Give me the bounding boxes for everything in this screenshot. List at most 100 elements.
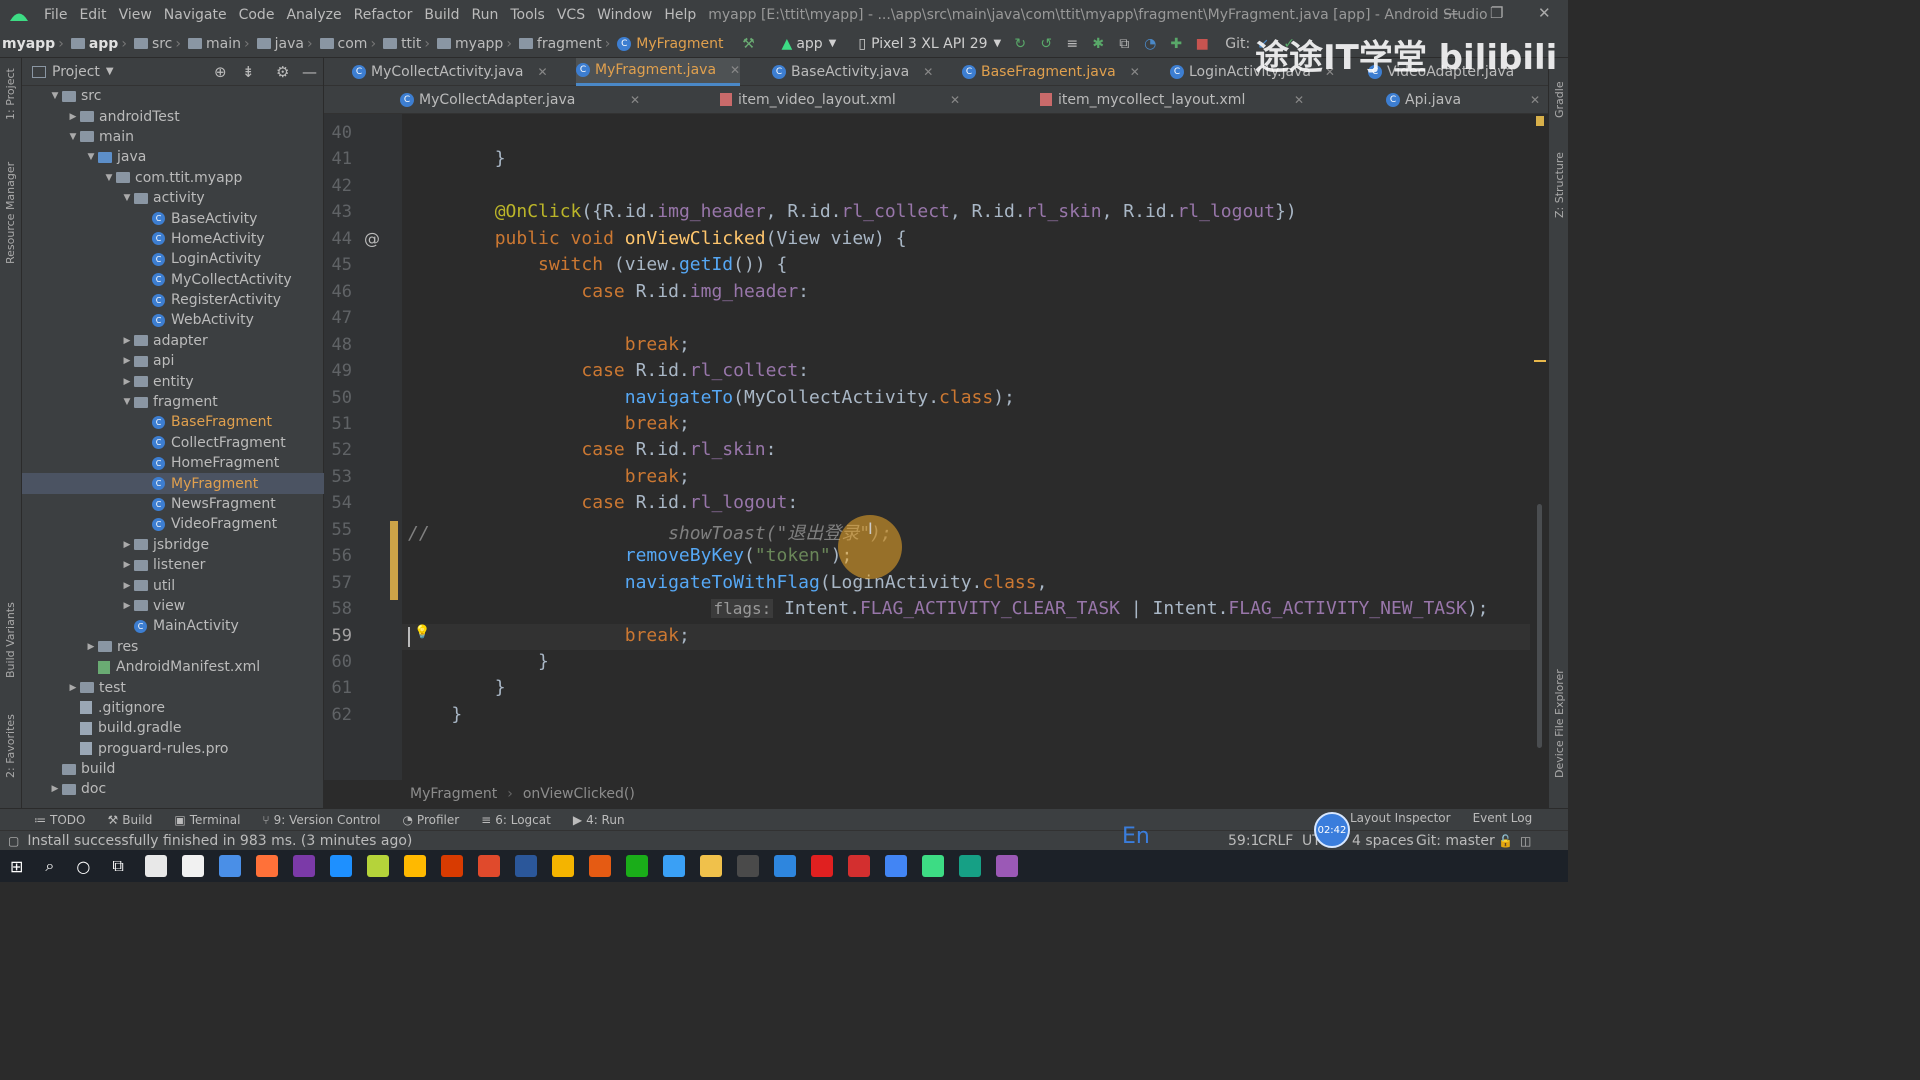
tree-item[interactable]: ▶ entity [22, 371, 324, 391]
close-window-button[interactable]: ✕ [1538, 4, 1551, 22]
close-tab-icon[interactable]: ✕ [537, 65, 547, 79]
expand-arrow-icon[interactable]: ▼ [66, 132, 80, 142]
code-line[interactable]: break; [408, 625, 690, 646]
tree-item[interactable]: C MyFragment [22, 473, 324, 494]
tree-item[interactable]: ▶ listener [22, 555, 324, 575]
bottom-tool-button[interactable]: ≔ TODO [34, 813, 85, 827]
code-line[interactable]: // showToast("退出登录"); [408, 519, 892, 545]
tree-item[interactable]: ▶ jsbridge [22, 535, 324, 555]
change-marker[interactable] [1534, 360, 1546, 362]
code-line[interactable]: case R.id.rl_skin: [408, 439, 776, 460]
taskbar-app-icon[interactable] [293, 855, 316, 877]
taskbar-app-icon[interactable] [663, 855, 686, 877]
breadcrumb-item[interactable]: src › [132, 36, 186, 52]
windows-start-icon[interactable]: ⊞ [10, 857, 23, 876]
collapse-arrow-icon[interactable]: ▶ [120, 356, 134, 366]
tree-item[interactable]: ▶ androidTest [22, 106, 324, 126]
tree-item[interactable]: ▶ view [22, 596, 324, 616]
tree-item[interactable]: ▶ api [22, 351, 324, 371]
device-select[interactable]: ▯ Pixel 3 XL API 29 ▼ [852, 36, 1007, 52]
taskbar-app-icon[interactable] [885, 855, 908, 877]
code-line[interactable]: removeByKey("token"); [408, 545, 853, 566]
code-line[interactable]: break; [408, 413, 690, 434]
tree-item[interactable]: ▼ fragment [22, 392, 324, 412]
bottom-tool-button[interactable]: ▣ Terminal [174, 813, 240, 827]
tree-item[interactable]: C WebActivity [22, 310, 324, 330]
layout-inspector-button[interactable]: Layout Inspector [1350, 811, 1451, 825]
code-editor[interactable]: 40 41 42 43 44 45 46 47 48 49 50 51 52 53 54 55 56 57 58 59… [324, 114, 1530, 780]
menu-edit[interactable]: Edit [73, 7, 112, 23]
editor-tab[interactable]: C MyCollectAdapter.java [400, 86, 575, 114]
tree-item[interactable]: C VideoFragment [22, 514, 324, 534]
breadcrumb-item[interactable]: C MyFragment [615, 36, 725, 52]
caret-position[interactable]: 59:1 [1228, 833, 1259, 849]
gradle-tool-button[interactable]: Gradle [1553, 81, 1566, 118]
tree-item[interactable]: C MyCollectActivity [22, 270, 324, 290]
close-tab-icon[interactable]: ✕ [730, 63, 740, 77]
menu-run[interactable]: Run [466, 7, 505, 23]
hammer-icon[interactable]: ⚒ [740, 35, 758, 53]
device-file-explorer-tool-button[interactable]: Device File Explorer [1553, 669, 1566, 778]
event-log-button[interactable]: Event Log [1473, 811, 1533, 825]
profile-icon[interactable]: ◔ [1141, 35, 1159, 53]
tree-item[interactable]: C BaseActivity [22, 208, 324, 228]
taskbar-app-icon[interactable] [219, 855, 242, 877]
tree-item[interactable]: ▼ com.ttit.myapp [22, 168, 324, 188]
tree-item[interactable]: ▶ test [22, 677, 324, 697]
lightbulb-icon[interactable]: 💡 [414, 625, 430, 640]
code-line[interactable]: } [408, 148, 506, 169]
vcs-change-marker[interactable] [390, 520, 398, 601]
tree-item[interactable]: ▼ main [22, 127, 324, 147]
editor-scrollbar[interactable] [1530, 114, 1548, 780]
editor-tab[interactable]: C BaseFragment.java ✕ [962, 58, 1140, 86]
apply-changes-icon[interactable]: ↻ [1011, 35, 1029, 53]
tree-item[interactable]: ▶ res [22, 637, 324, 657]
tree-item[interactable]: ▶ adapter [22, 331, 324, 351]
tree-item[interactable]: ▶ util [22, 575, 324, 595]
editor-tab[interactable]: item_mycollect_layout.xml [1040, 86, 1245, 114]
tree-item[interactable]: C NewsFragment [22, 494, 324, 514]
favorites-tool-button[interactable]: 2: Favorites [4, 714, 17, 778]
collapse-arrow-icon[interactable]: ▶ [120, 581, 134, 591]
editor-tab[interactable]: C Api.java [1386, 86, 1461, 114]
breadcrumb-item[interactable]: myapp › [0, 36, 69, 52]
menu-refactor[interactable]: Refactor [348, 7, 419, 23]
search-icon[interactable]: ⌕ [45, 856, 54, 876]
annotation-gutter-icon[interactable]: @ [364, 229, 380, 248]
tree-item[interactable]: proguard-rules.pro [22, 739, 324, 759]
structure-tool-button[interactable]: Z: Structure [1553, 152, 1566, 218]
code-line[interactable]: } [408, 651, 549, 672]
menu-help[interactable]: Help [658, 7, 702, 23]
coverage-icon[interactable]: ≡ [1063, 35, 1081, 53]
hide-panel-icon[interactable]: — [302, 63, 317, 81]
cortana-icon[interactable]: ○ [76, 857, 90, 876]
code-line[interactable]: flags: Intent.FLAG_ACTIVITY_CLEAR_TASK |… [408, 598, 1489, 619]
tree-item[interactable]: ▼ activity [22, 188, 324, 208]
code-line[interactable]: navigateTo(MyCollectActivity.class); [408, 387, 1015, 408]
tree-item[interactable]: AndroidManifest.xml [22, 657, 324, 677]
taskbar-app-icon[interactable] [145, 855, 168, 877]
scroll-thumb[interactable] [1537, 504, 1542, 748]
code-line[interactable]: case R.id.rl_collect: [408, 360, 809, 381]
git-branch[interactable]: Git: master [1416, 833, 1495, 849]
expand-arrow-icon[interactable]: ▼ [120, 193, 134, 203]
task-view-icon[interactable]: ⧉ [112, 856, 123, 876]
attach-debugger-icon[interactable]: ⧉ [1115, 35, 1133, 53]
warning-marker[interactable] [1536, 116, 1544, 126]
close-tab-icon[interactable]: ✕ [630, 86, 640, 114]
menu-file[interactable]: File [38, 7, 73, 23]
breadcrumb-item[interactable]: myapp › [435, 36, 517, 52]
taskbar-app-icon[interactable] [330, 855, 353, 877]
editor-tab[interactable]: item_video_layout.xml [720, 86, 896, 114]
editor-tab[interactable]: C BaseActivity.java ✕ [772, 58, 933, 86]
locate-icon[interactable]: ⊕ [214, 63, 227, 81]
collapse-arrow-icon[interactable]: ▶ [120, 540, 134, 550]
collapse-arrow-icon[interactable]: ▶ [120, 336, 134, 346]
status-message[interactable]: Install successfully finished in 983 ms.… [27, 833, 412, 849]
gear-icon[interactable]: ⚙ [276, 63, 289, 81]
bottom-tool-button[interactable]: ◔ Profiler [402, 813, 459, 827]
bottom-tool-button[interactable]: ⚒ Build [107, 813, 152, 827]
taskbar-app-icon[interactable] [737, 855, 760, 877]
attach-icon[interactable]: ✚ [1167, 35, 1185, 53]
taskbar-app-icon[interactable] [367, 855, 390, 877]
